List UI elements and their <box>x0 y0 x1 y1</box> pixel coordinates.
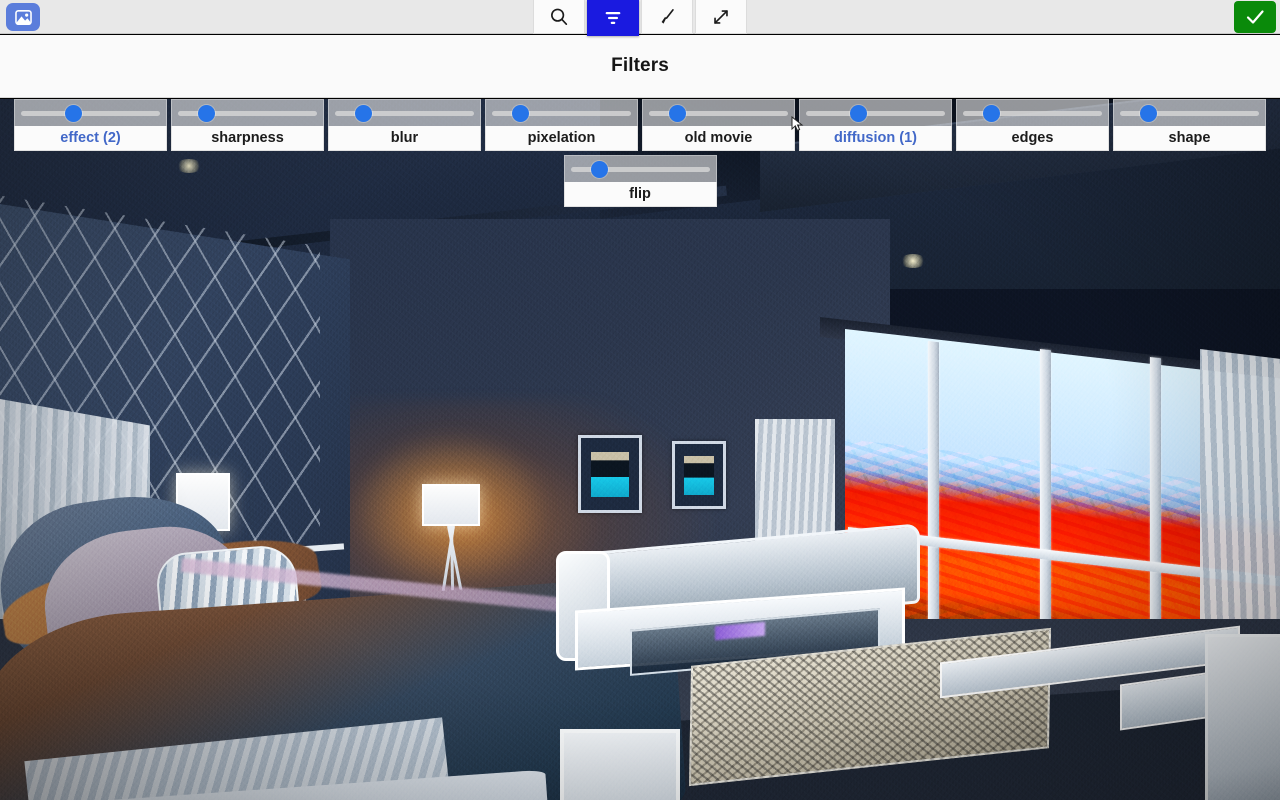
wall-art-right <box>672 441 726 509</box>
filter-chip-label-bar: flip <box>563 182 717 207</box>
filter-chip-diffusion[interactable]: diffusion (1) <box>799 99 952 151</box>
filter-chip-label-bar: edges <box>956 126 1109 151</box>
search-icon <box>551 8 568 25</box>
filter-chip-blur[interactable]: blur <box>328 99 481 151</box>
slider-thumb[interactable] <box>65 105 82 122</box>
panel-header: Filters <box>0 35 1280 98</box>
filter-slider-shape[interactable] <box>1113 99 1266 126</box>
slider-thumb[interactable] <box>669 105 686 122</box>
filter-slider-sharpness[interactable] <box>171 99 324 126</box>
filter-chip-label-bar: shape <box>1113 126 1266 151</box>
filter-chip-label-bar: old movie <box>642 126 795 151</box>
filter-chip-sharpness[interactable]: sharpness <box>171 99 324 151</box>
app-logo-button[interactable] <box>6 3 40 31</box>
tripod-lamp-shade <box>422 484 480 526</box>
filters-button[interactable] <box>587 0 639 36</box>
app-root: Filters effect (2) sharpness blur pixelatio… <box>0 0 1280 800</box>
filter-chip-label-bar: pixelation <box>485 126 638 151</box>
slider-thumb[interactable] <box>512 105 529 122</box>
filter-chip-row: flip <box>0 155 1280 211</box>
filter-chip-label: blur <box>390 130 419 146</box>
wall-art-right-image <box>683 456 715 495</box>
confirm-apply-button[interactable] <box>1234 1 1276 33</box>
filter-chip-label: shape <box>1168 130 1211 146</box>
nightstand <box>560 729 680 800</box>
filter-chip-label: pixelation <box>527 130 596 146</box>
slider-thumb[interactable] <box>1140 105 1157 122</box>
filter-chip-edges[interactable]: edges <box>956 99 1109 151</box>
expand-arrows-icon <box>714 9 728 24</box>
brush-icon <box>661 8 674 24</box>
filter-chip-label-bar: sharpness <box>171 126 324 151</box>
slider-thumb[interactable] <box>983 105 1000 122</box>
slider-thumb[interactable] <box>198 105 215 122</box>
filter-slider-blur[interactable] <box>328 99 481 126</box>
ceiling-light-c <box>900 254 926 268</box>
filter-chip-list: effect (2) sharpness blur pixelation old mov… <box>0 99 1280 211</box>
filter-slider-edges[interactable] <box>956 99 1109 126</box>
slider-thumb[interactable] <box>850 105 867 122</box>
filter-chip-label: diffusion (1) <box>834 130 917 146</box>
wall-art-left <box>578 435 642 513</box>
top-toolbar <box>0 0 1280 36</box>
check-icon <box>1246 10 1264 24</box>
slider-thumb[interactable] <box>590 161 608 178</box>
filter-chip-label-bar: effect (2) <box>14 126 167 151</box>
filter-chip-label-bar: blur <box>328 126 481 151</box>
filter-icon <box>605 11 621 24</box>
filter-chip-label: effect (2) <box>60 130 121 146</box>
filter-chip-label: sharpness <box>211 130 284 146</box>
filter-slider-old-movie[interactable] <box>642 99 795 126</box>
tool-group <box>532 0 748 36</box>
filter-chip-label-bar: diffusion (1) <box>799 126 952 151</box>
search-button[interactable] <box>533 0 585 34</box>
brush-button[interactable] <box>641 0 693 34</box>
wall-art-left-image <box>591 452 629 498</box>
filter-chip-row: effect (2) sharpness blur pixelation old mov… <box>0 99 1280 155</box>
slider-track <box>21 111 160 116</box>
filter-chip-flip[interactable]: flip <box>563 155 717 207</box>
resize-button[interactable] <box>695 0 747 34</box>
right-cabinet <box>1205 634 1280 800</box>
image-photo-icon <box>14 9 32 25</box>
filter-slider-diffusion[interactable] <box>799 99 952 126</box>
right-sheer-panel <box>1200 349 1280 660</box>
filter-chip-effect[interactable]: effect (2) <box>14 99 167 151</box>
filter-chip-pixelation[interactable]: pixelation <box>485 99 638 151</box>
filter-chip-label: flip <box>629 186 651 202</box>
filter-chip-old-movie[interactable]: old movie <box>642 99 795 151</box>
slider-track <box>806 111 945 116</box>
filter-slider-pixelation[interactable] <box>485 99 638 126</box>
filter-slider-flip[interactable] <box>563 155 717 182</box>
filter-chip-label: old movie <box>684 130 753 146</box>
filter-chip-label: edges <box>1011 130 1054 146</box>
filter-chip-shape[interactable]: shape <box>1113 99 1266 151</box>
filter-slider-effect[interactable] <box>14 99 167 126</box>
page-title: Filters <box>611 55 669 76</box>
slider-thumb[interactable] <box>355 105 372 122</box>
